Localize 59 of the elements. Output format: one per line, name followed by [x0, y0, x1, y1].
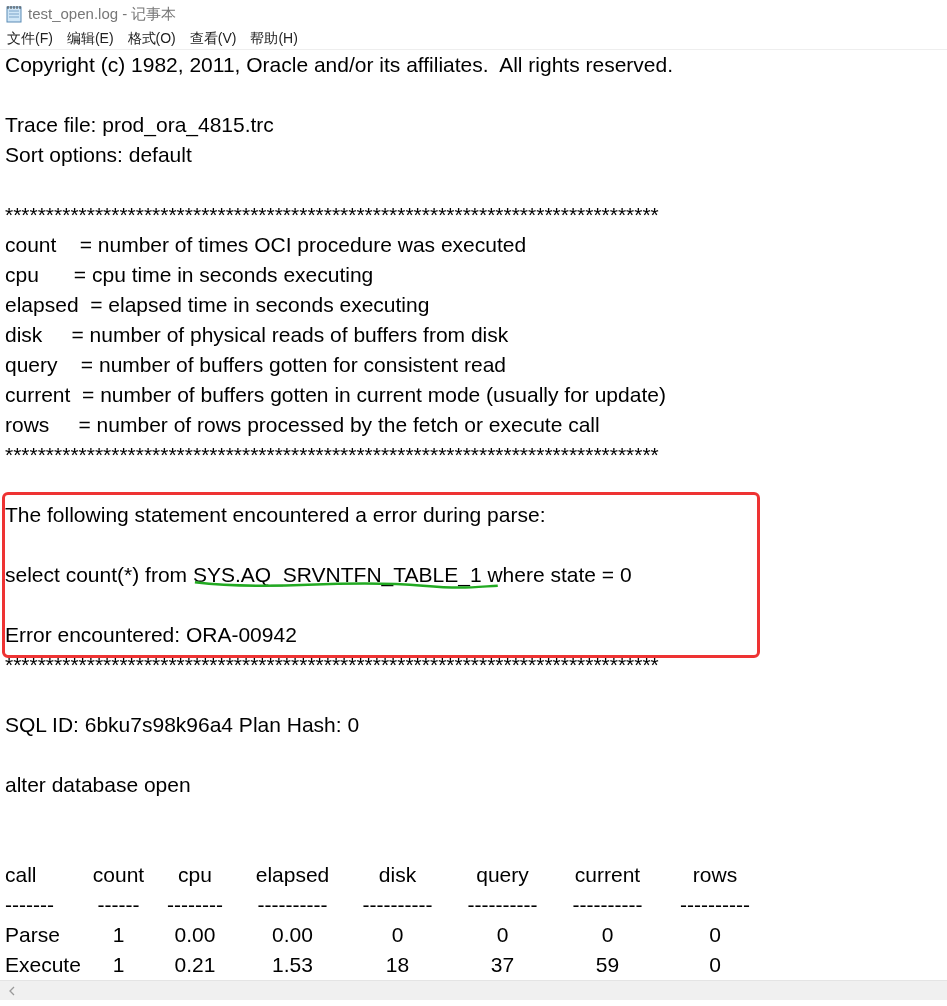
text-line: alter database open	[5, 772, 192, 798]
column-header: call	[5, 862, 38, 888]
horizontal-scrollbar[interactable]	[0, 980, 947, 1000]
text-line: ********************************************************************************	[5, 652, 660, 678]
table-cell-text: 18	[384, 952, 411, 978]
separator-text: ----------	[679, 892, 751, 918]
column-header: current	[573, 862, 642, 888]
column-header: cpu	[177, 862, 213, 888]
text-line: Sort options: default	[5, 142, 193, 168]
notepad-icon	[6, 5, 22, 24]
separator-text: ----------	[571, 892, 644, 918]
separator-text: ----------	[256, 892, 329, 918]
table-cell-text: 0	[708, 952, 722, 978]
table-cell-text: 37	[489, 952, 516, 978]
table-cell-text: 59	[594, 952, 621, 978]
table-cell-text: 0.00	[271, 922, 314, 948]
table-cell-text: 0	[600, 922, 615, 948]
separator-text: ----------	[361, 892, 434, 918]
table-cell-text: 0	[495, 922, 510, 948]
column-header: query	[475, 862, 530, 888]
text-line: elapsed = elapsed time in seconds executing	[5, 292, 431, 318]
menu-item[interactable]: 格式(O)	[127, 29, 176, 48]
text-line: current = number of buffers gotten in current mode (usually for update)	[5, 382, 667, 408]
text-line: Error encountered: ORA-00942	[5, 622, 298, 648]
menu-item[interactable]: 文件(F)	[7, 29, 53, 48]
text-line: count = number of times OCI procedure was executed	[5, 232, 528, 258]
text-line: Trace file: prod_ora_4815.trc	[5, 112, 275, 139]
text-line: disk = number of physical reads of buffers from disk	[5, 322, 510, 348]
separator-text: --------	[166, 892, 224, 918]
menu-item[interactable]: 帮助(H)	[250, 29, 298, 48]
table-cell-text: Parse	[5, 922, 61, 948]
text-line: ********************************************************************************	[5, 202, 660, 228]
table-cell-text: 0	[390, 922, 405, 948]
text-line: ********************************************************************************	[5, 442, 660, 468]
table-cell-text: 1.53	[271, 952, 314, 978]
text-line: select count(*) from SYS.AQ_SRVNTFN_TABLE_1 where state = 0	[5, 560, 947, 590]
table-cell-text: 1	[111, 922, 126, 948]
text-line: query = number of buffers gotten for consistent read	[5, 352, 507, 378]
table-cell-text: 0.00	[173, 922, 217, 948]
table-cell-text: 1	[111, 952, 126, 978]
column-header: disk	[377, 862, 418, 888]
scroll-left-icon[interactable]	[8, 985, 16, 996]
separator-text: ------	[96, 892, 141, 918]
menu-item[interactable]: 查看(V)	[189, 29, 237, 48]
separator-text: ----------	[466, 892, 539, 918]
text-line: Copyright (c) 1982, 2011, Oracle and/or its affiliates. All rights reserved.	[5, 52, 675, 78]
column-header: elapsed	[254, 862, 331, 888]
text-line: SQL ID: 6bku7s98k96a4 Plan Hash: 0	[5, 712, 361, 738]
column-header: count	[91, 862, 146, 888]
text-line: rows = number of rows processed by the fetch or execute call	[5, 412, 601, 438]
menu-item[interactable]: 编辑(E)	[66, 29, 114, 48]
text-line: The following statement encountered a error during parse:	[5, 502, 547, 528]
window-title: test_open.log - 记事本	[28, 4, 177, 24]
table-cell-text: 0	[708, 922, 722, 948]
text-line: cpu = cpu time in seconds executing	[5, 262, 375, 288]
column-header: rows	[691, 862, 739, 888]
table-cell-text: 0.21	[173, 952, 217, 978]
separator-text: -------	[5, 892, 55, 918]
table-cell-text: Execute	[5, 952, 82, 978]
